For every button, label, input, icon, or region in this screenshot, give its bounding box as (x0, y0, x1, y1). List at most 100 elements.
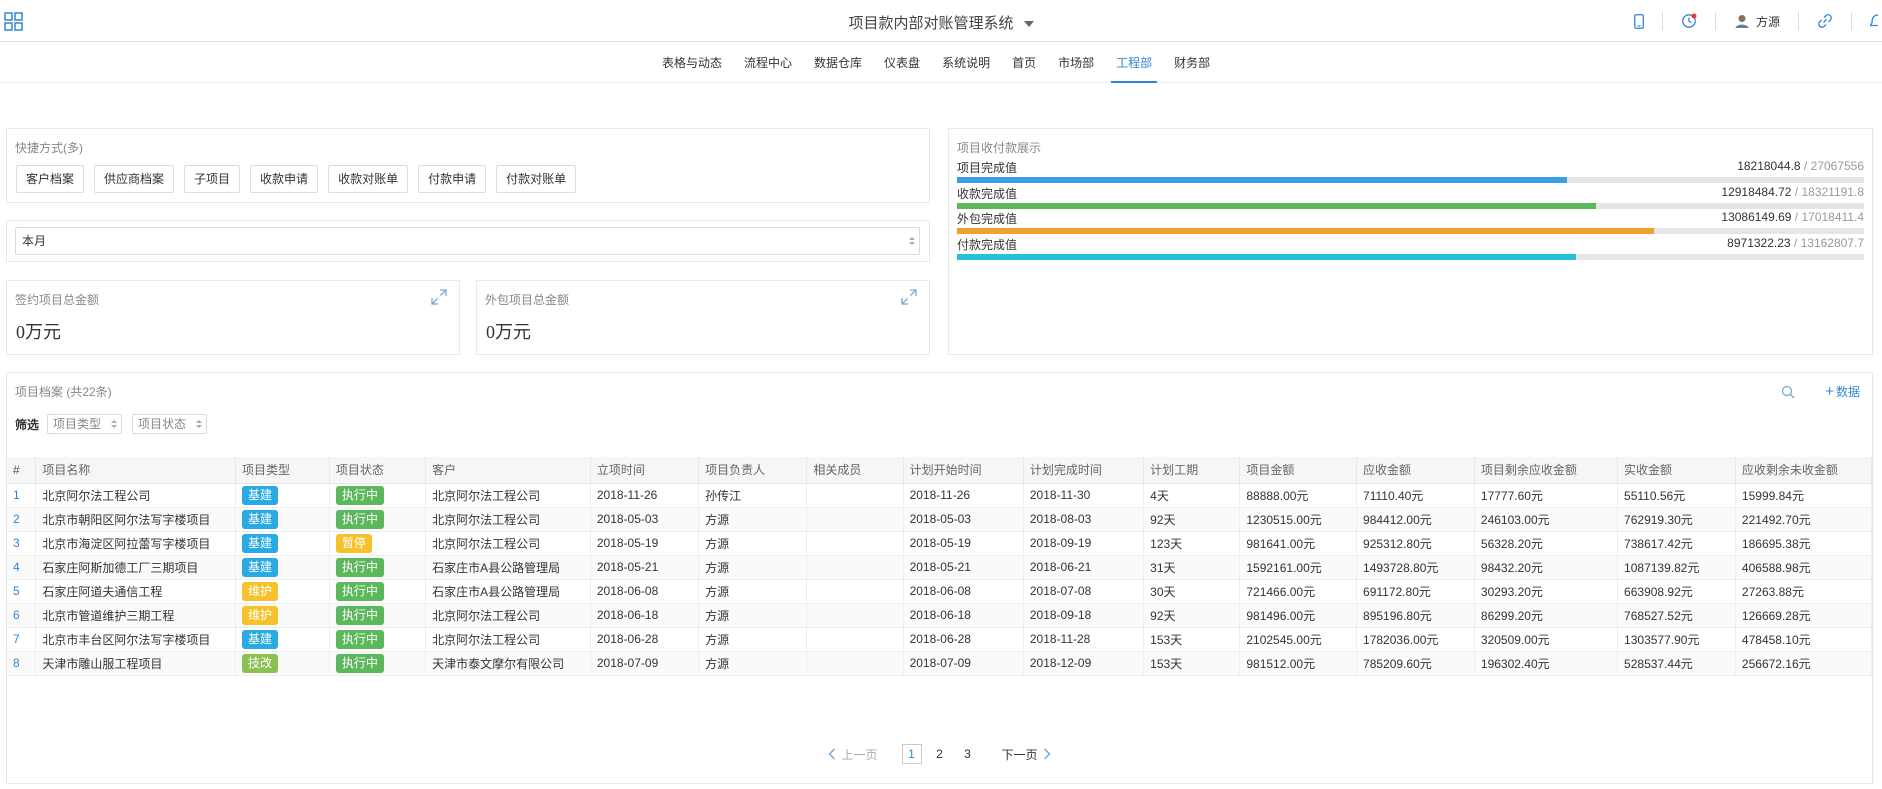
table-cell: 2018-05-21 (590, 555, 700, 580)
table-row[interactable]: 2 北京市朝阳区阿尔法写字楼项目 基建 执行中 北京阿尔法工程公司 2018-05-03 方… (7, 507, 1873, 532)
table-cell: 维护 (235, 579, 330, 604)
progress-numbers: 8971322.23 / 13162807.7 (1727, 236, 1864, 250)
column-header[interactable]: 应收剩余未收金额 (1735, 457, 1873, 484)
table-cell: 153天 (1143, 627, 1241, 652)
table-row[interactable]: 4 石家庄阿斯加德工厂三期项目 基建 执行中 石家庄市A县公路管理局 2018-05-21… (7, 555, 1873, 580)
shortcut-button[interactable]: 供应商档案 (94, 165, 175, 193)
progress-value: 13086149.69 (1721, 210, 1792, 224)
page-number[interactable]: 2 (930, 744, 950, 764)
search-icon[interactable] (1781, 385, 1795, 399)
page-number[interactable]: 3 (958, 744, 978, 764)
nav-tab[interactable]: 仪表盘 (873, 43, 931, 83)
progress-numbers: 18218044.8 / 27067556 (1737, 159, 1864, 173)
bell-button[interactable] (1852, 12, 1882, 30)
column-header[interactable]: 项目金额 (1239, 457, 1358, 484)
expand-icon[interactable] (901, 289, 917, 305)
project-type-filter[interactable]: 项目类型 (47, 414, 123, 434)
table-cell (806, 579, 904, 604)
app-title-text: 项目款内部对账管理系统 (848, 15, 1014, 32)
shortcut-button[interactable]: 付款对账单 (496, 165, 577, 193)
table-cell: 71110.40元 (1356, 483, 1475, 508)
column-header[interactable]: 计划完成时间 (1023, 457, 1145, 484)
table-cell: 123天 (1143, 531, 1241, 556)
mobile-button[interactable] (1616, 12, 1663, 30)
expand-icon[interactable] (431, 289, 447, 305)
nav-tab[interactable]: 表格与动态 (651, 43, 733, 83)
column-header[interactable]: 项目状态 (329, 457, 427, 484)
shortcut-button[interactable]: 子项目 (184, 165, 241, 193)
page-number[interactable]: 1 (901, 744, 922, 764)
table-header-row: # 项目名称 项目类型 项目状态 客户 立项时间 项目负责人 相关成员 计划开始时间 计划完成时间… (7, 457, 1873, 484)
page-numbers: 123 (898, 744, 982, 764)
progress-value: 8971322.23 (1727, 235, 1791, 250)
table-row[interactable]: 5 石家庄阿道夫通信工程 维护 执行中 石家庄市A县公路管理局 2018-06-08 方源 2… (7, 579, 1873, 604)
table-cell: 石家庄市A县公路管理局 (425, 555, 591, 580)
table-cell: 1493728.80元 (1356, 555, 1475, 580)
column-header[interactable]: 相关成员 (806, 457, 904, 484)
table-cell: 执行中 (329, 507, 427, 532)
table-cell: 石家庄市A县公路管理局 (425, 579, 591, 604)
table-cell: 246103.00元 (1474, 507, 1619, 532)
nav-tab[interactable]: 首页 (1001, 43, 1047, 83)
table-row[interactable]: 8 天津市雕山服工程项目 技改 执行中 天津市泰文摩尔有限公司 2018-07-09 方源 2… (7, 651, 1873, 676)
column-header[interactable]: 应收金额 (1356, 457, 1475, 484)
shortcut-button[interactable]: 付款申请 (418, 165, 487, 193)
column-header[interactable]: 计划工期 (1143, 457, 1241, 484)
progress-bar-fill (957, 228, 1655, 234)
column-header[interactable]: 项目名称 (35, 457, 237, 484)
add-data-button[interactable]: + 数据 (1825, 383, 1860, 400)
column-header[interactable]: # (7, 457, 37, 484)
shortcut-button[interactable]: 收款对账单 (328, 165, 409, 193)
prev-page-button[interactable]: 上一页 (823, 746, 878, 763)
link-button[interactable] (1799, 12, 1852, 30)
column-header[interactable]: 项目负责人 (698, 457, 808, 484)
progress-bar-fill (957, 202, 1597, 209)
table-cell: 2018-06-28 (903, 627, 1024, 652)
table-row[interactable]: 3 北京市海淀区阿拉蕾写字楼项目 基建 暂停 北京阿尔法工程公司 2018-05-19 方源… (7, 531, 1873, 556)
app-title[interactable]: 项目款内部对账管理系统 (0, 12, 1882, 33)
progress-bar (957, 228, 1864, 234)
next-page-button[interactable]: 下一页 (1002, 746, 1056, 763)
table-cell (806, 531, 904, 556)
table-row[interactable]: 7 北京市丰台区阿尔法写字楼项目 基建 执行中 北京阿尔法工程公司 2018-06-28 方… (7, 627, 1873, 652)
table-cell: 2018-08-03 (1023, 507, 1145, 532)
column-header[interactable]: 实收金额 (1617, 457, 1736, 484)
period-select[interactable]: 本月 (15, 227, 920, 255)
mobile-phone-icon (1634, 13, 1644, 29)
table-cell: 4 (7, 555, 37, 580)
shortcut-button[interactable]: 收款申请 (250, 165, 319, 193)
shortcuts-panel: 快捷方式(多) 客户档案 供应商档案 子项目 收款申请 收款对账单 付款申请 付款对账单 (6, 128, 930, 203)
shortcut-button[interactable]: 客户档案 (16, 165, 85, 193)
table-cell: 技改 (235, 651, 330, 676)
status-badge: 执行中 (335, 653, 384, 673)
nav-tab[interactable]: 数据仓库 (803, 43, 873, 83)
table-cell: 88888.00元 (1239, 483, 1358, 508)
column-header[interactable]: 项目剩余应收金额 (1474, 457, 1619, 484)
table-row[interactable]: 6 北京市管道维护三期工程 维护 执行中 北京阿尔法工程公司 2018-06-18 方源 20… (7, 603, 1873, 628)
table-cell: 基建 (235, 627, 330, 652)
bell-icon (1870, 14, 1878, 27)
nav-tab[interactable]: 工程部 (1105, 43, 1163, 83)
nav-tab[interactable]: 市场部 (1047, 43, 1105, 83)
table-cell: 基建 (235, 555, 330, 580)
nav-tab[interactable]: 系统说明 (931, 43, 1001, 83)
project-status-filter[interactable]: 项目状态 (132, 414, 208, 434)
column-header[interactable]: 立项时间 (590, 457, 700, 484)
column-header[interactable]: 客户 (425, 457, 591, 484)
nav-tab[interactable]: 流程中心 (733, 43, 803, 83)
add-data-label: 数据 (1835, 385, 1860, 399)
table-cell: 4天 (1143, 483, 1241, 508)
table-cell: 2018-05-19 (590, 531, 700, 556)
column-header[interactable]: 计划开始时间 (903, 457, 1024, 484)
table-cell: 663908.92元 (1617, 579, 1736, 604)
table-cell: 执行中 (329, 555, 427, 580)
table-cell: 2018-11-30 (1023, 483, 1145, 508)
column-header[interactable]: 项目类型 (235, 457, 330, 484)
table-tools: + 数据 (1781, 383, 1860, 400)
user-menu[interactable]: 方源 (1716, 12, 1799, 30)
table-row[interactable]: 1 北京阿尔法工程公司 基建 执行中 北京阿尔法工程公司 2018-11-26 孙传江 201… (7, 483, 1873, 508)
progress-label: 收款完成值 (957, 186, 1018, 201)
notifications-button[interactable] (1663, 12, 1716, 30)
nav-tab[interactable]: 财务部 (1163, 43, 1221, 83)
progress-separator: / (1791, 184, 1802, 199)
